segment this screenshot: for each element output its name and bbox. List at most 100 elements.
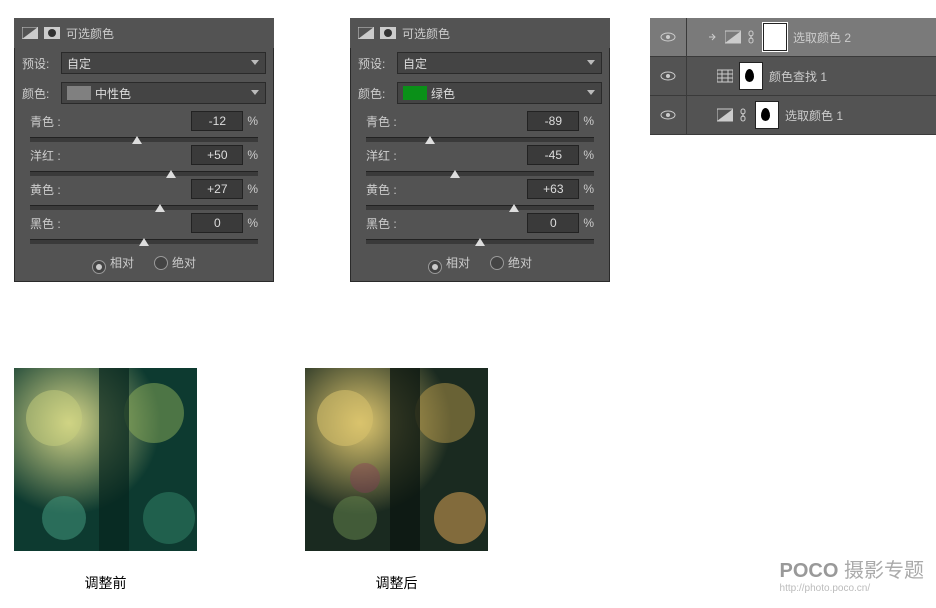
slider-value[interactable]: -89: [527, 111, 579, 131]
slider-row: 黑色 : 0%: [350, 210, 610, 244]
slider-thumb[interactable]: [425, 136, 435, 146]
slider-label: 黄色 :: [366, 181, 397, 198]
percent-label: %: [583, 216, 594, 230]
slider-thumb[interactable]: [509, 204, 519, 214]
layer-name: 选取颜色 2: [793, 29, 851, 46]
slider-label: 黄色 :: [30, 181, 61, 198]
slider-value[interactable]: +27: [191, 179, 243, 199]
slider-row: 黑色 : 0%: [14, 210, 274, 244]
adjustment-icon: [22, 26, 38, 40]
slider-row: 洋红 :+50%: [14, 142, 274, 176]
after-image: [305, 368, 488, 551]
percent-label: %: [583, 148, 594, 162]
slider-value[interactable]: +50: [191, 145, 243, 165]
color-select[interactable]: 绿色: [397, 82, 602, 104]
slider-track[interactable]: [366, 137, 594, 142]
slider-label: 洋红 :: [366, 147, 397, 164]
link-icon: [747, 30, 757, 44]
layer-row[interactable]: 选取颜色 1: [650, 96, 936, 135]
before-image: [14, 368, 197, 551]
layer-row[interactable]: 颜色查找 1: [650, 57, 936, 96]
watermark: POCO 摄影专题 http://photo.poco.cn/: [780, 554, 924, 594]
slider-thumb[interactable]: [475, 238, 485, 248]
panel-header: 可选颜色: [350, 18, 610, 48]
slider-track[interactable]: [366, 171, 594, 176]
visibility-toggle[interactable]: [650, 57, 687, 95]
layer-row[interactable]: 选取颜色 2: [650, 18, 936, 57]
comparison-images: 调整前 调整后: [14, 368, 488, 593]
preset-label: 预设:: [358, 55, 392, 72]
mask-thumbnail[interactable]: [755, 101, 779, 129]
slider-track[interactable]: [366, 239, 594, 244]
color-label: 颜色:: [358, 85, 392, 102]
radio-relative[interactable]: 相对: [92, 254, 134, 274]
slider-row: 洋红 : -45%: [350, 142, 610, 176]
layer-name: 选取颜色 1: [785, 107, 843, 124]
slider-value[interactable]: -12: [191, 111, 243, 131]
slider-label: 青色 :: [30, 113, 61, 130]
slider-thumb[interactable]: [139, 238, 149, 248]
slider-value[interactable]: 0: [527, 213, 579, 233]
method-radios: 相对 绝对: [350, 244, 610, 282]
preset-label: 预设:: [22, 55, 56, 72]
mask-thumbnail[interactable]: [763, 23, 787, 51]
radio-absolute[interactable]: 绝对: [490, 254, 532, 274]
slider-thumb[interactable]: [450, 170, 460, 180]
link-icon: [739, 108, 749, 122]
slider-thumb[interactable]: [166, 170, 176, 180]
slider-value[interactable]: +63: [527, 179, 579, 199]
mask-icon: [44, 26, 60, 40]
color-label: 颜色:: [22, 85, 56, 102]
eye-icon: [660, 32, 676, 42]
slider-row: 青色 : -89%: [350, 108, 610, 142]
slider-track[interactable]: [30, 171, 258, 176]
adjustment-layer-icon: [725, 30, 741, 44]
slider-label: 青色 :: [366, 113, 397, 130]
method-radios: 相对 绝对: [14, 244, 274, 282]
mask-thumbnail[interactable]: [739, 62, 763, 90]
layers-panel: 选取颜色 2 颜色查找 1 选取颜色 1: [650, 18, 936, 135]
percent-label: %: [247, 114, 258, 128]
layer-name: 颜色查找 1: [769, 68, 827, 85]
lut-icon: [717, 69, 733, 83]
percent-label: %: [583, 114, 594, 128]
slider-track[interactable]: [366, 205, 594, 210]
visibility-toggle[interactable]: [650, 18, 687, 56]
slider-label: 黑色 :: [30, 215, 61, 232]
slider-thumb[interactable]: [132, 136, 142, 146]
slider-label: 洋红 :: [30, 147, 61, 164]
panel-title: 可选颜色: [402, 25, 450, 42]
selective-color-panel-2: 可选颜色 预设: 自定 颜色: 绿色 青色 : -89% 洋红 : -45% 黄色 : +63…: [350, 18, 610, 282]
mask-icon: [380, 26, 396, 40]
percent-label: %: [583, 182, 594, 196]
slider-track[interactable]: [30, 239, 258, 244]
slider-thumb[interactable]: [155, 204, 165, 214]
eye-icon: [660, 110, 676, 120]
slider-track[interactable]: [30, 137, 258, 142]
slider-row: 黄色 : +63%: [350, 176, 610, 210]
percent-label: %: [247, 182, 258, 196]
eye-icon: [660, 71, 676, 81]
color-swatch: [67, 86, 91, 100]
slider-label: 黑色 :: [366, 215, 397, 232]
radio-relative[interactable]: 相对: [428, 254, 470, 274]
slider-row: 青色 : -12%: [14, 108, 274, 142]
before-caption: 调整前: [14, 573, 197, 593]
preset-select[interactable]: 自定: [61, 52, 266, 74]
selective-color-panel-1: 可选颜色 预设: 自定 颜色: 中性色 青色 : -12% 洋红 : +50% 黄色 : +2…: [14, 18, 274, 282]
slider-value[interactable]: 0: [191, 213, 243, 233]
percent-label: %: [247, 216, 258, 230]
radio-absolute[interactable]: 绝对: [154, 254, 196, 274]
preset-select[interactable]: 自定: [397, 52, 602, 74]
slider-row: 黄色 : +27%: [14, 176, 274, 210]
panel-title: 可选颜色: [66, 25, 114, 42]
slider-value[interactable]: -45: [527, 145, 579, 165]
color-select[interactable]: 中性色: [61, 82, 266, 104]
adjustment-icon: [358, 26, 374, 40]
panel-header: 可选颜色: [14, 18, 274, 48]
slider-track[interactable]: [30, 205, 258, 210]
clip-icon: [709, 32, 719, 42]
after-caption: 调整后: [305, 573, 488, 593]
color-swatch: [403, 86, 427, 100]
visibility-toggle[interactable]: [650, 96, 687, 134]
